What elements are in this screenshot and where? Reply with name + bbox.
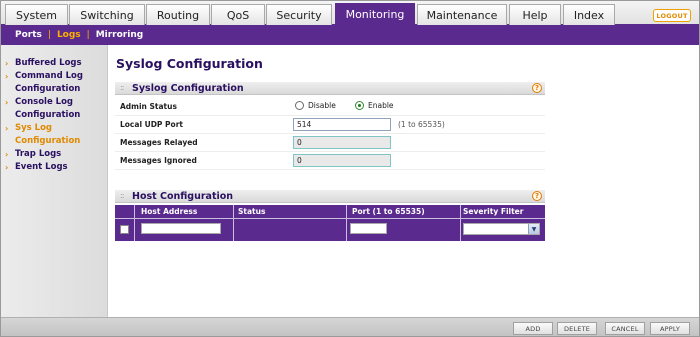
host-table: Host Address Status Port (1 to 65535) Se…	[115, 205, 545, 241]
sidebar-item-label: Configuration	[15, 84, 81, 94]
apply-button[interactable]: APPLY	[650, 322, 690, 335]
tab-maintenance[interactable]: Maintenance	[417, 4, 507, 25]
range-hint: (1 to 65535)	[398, 120, 445, 129]
host-panel-header: :: Host Configuration ?	[115, 190, 545, 203]
radio-selected-icon	[355, 101, 364, 110]
drag-grip-icon: ::	[120, 83, 125, 92]
local-udp-port-input[interactable]: 514	[293, 118, 391, 131]
tab-security[interactable]: Security	[266, 4, 332, 25]
table-divider	[115, 218, 545, 219]
messages-ignored-row: Messages Ignored 0	[115, 152, 545, 170]
messages-ignored-value: 0	[293, 154, 391, 167]
row-select-checkbox[interactable]	[120, 225, 129, 234]
sidebar-item-label: Configuration	[15, 110, 81, 120]
top-nav-bar: System Switching Routing QoS Security Mo…	[1, 1, 699, 25]
radio-label: Disable	[308, 101, 336, 110]
sidebar-item-label: Event Logs	[15, 162, 68, 172]
sub-nav-bar: Ports | Logs | Mirroring	[1, 25, 699, 45]
sidebar-item-label: Console Log	[15, 97, 74, 107]
chevron-right-icon: ›	[5, 72, 9, 81]
tab-monitoring[interactable]: Monitoring	[335, 3, 415, 25]
sidebar-item-label: Buffered Logs	[15, 58, 82, 68]
add-button[interactable]: ADD	[513, 322, 553, 335]
tab-index[interactable]: Index	[563, 4, 615, 25]
sidebar-item-sys-log[interactable]: › Sys Log Configuration	[1, 122, 107, 148]
chevron-right-icon: ›	[5, 124, 9, 133]
sidebar-item-console-log[interactable]: › Console Log Configuration	[1, 96, 107, 122]
tab-qos[interactable]: QoS	[211, 4, 265, 25]
chevron-down-icon: ▼	[528, 224, 539, 234]
messages-relayed-value: 0	[293, 136, 391, 149]
radio-label: Enable	[368, 101, 394, 110]
port-input[interactable]	[350, 223, 387, 234]
sidebar-item-command-log[interactable]: › Command Log Configuration	[1, 70, 107, 96]
tab-switching[interactable]: Switching	[69, 4, 145, 25]
column-header-status: Status	[238, 207, 266, 216]
help-icon[interactable]: ?	[532, 191, 542, 201]
sidebar-item-trap-logs[interactable]: › Trap Logs	[1, 148, 107, 161]
chevron-right-icon: ›	[5, 150, 9, 159]
tab-system[interactable]: System	[5, 4, 68, 25]
help-icon[interactable]: ?	[532, 83, 542, 93]
field-label: Messages Relayed	[120, 138, 198, 147]
subnav-ports[interactable]: Ports	[15, 30, 42, 40]
radio-disable[interactable]: Disable	[295, 101, 336, 110]
column-divider	[460, 205, 461, 241]
chevron-right-icon: ›	[5, 59, 9, 68]
tab-help[interactable]: Help	[509, 4, 561, 25]
field-label: Messages Ignored	[120, 156, 197, 165]
sidebar-item-buffered-logs[interactable]: › Buffered Logs	[1, 57, 107, 70]
tab-routing[interactable]: Routing	[146, 4, 210, 25]
local-udp-port-row: Local UDP Port 514 (1 to 65535)	[115, 116, 545, 134]
messages-relayed-row: Messages Relayed 0	[115, 134, 545, 152]
app-frame: System Switching Routing QoS Security Mo…	[0, 0, 700, 337]
radio-enable[interactable]: Enable	[355, 101, 394, 110]
delete-button[interactable]: DELETE	[557, 322, 597, 335]
sidebar-item-event-logs[interactable]: › Event Logs	[1, 161, 107, 174]
field-label: Local UDP Port	[120, 120, 183, 129]
subnav-mirroring[interactable]: Mirroring	[96, 30, 143, 40]
column-header-host-address: Host Address	[141, 207, 198, 216]
admin-status-row: Admin Status Disable Enable	[115, 98, 545, 116]
logout-button[interactable]: LOGOUT	[653, 9, 691, 22]
host-address-input[interactable]	[141, 223, 221, 234]
panel-title: Syslog Configuration	[132, 83, 244, 94]
column-header-severity-filter: Severity Filter	[463, 207, 524, 216]
cancel-button[interactable]: CANCEL	[605, 322, 645, 335]
chevron-right-icon: ›	[5, 98, 9, 107]
subnav-logs[interactable]: Logs	[57, 30, 81, 40]
column-divider	[346, 205, 347, 241]
sidebar-item-label: Trap Logs	[15, 149, 62, 159]
radio-circle-icon	[295, 101, 304, 110]
subnav-separator: |	[86, 30, 90, 40]
drag-grip-icon: ::	[120, 191, 125, 200]
sidebar-item-label: Sys Log	[15, 123, 53, 133]
panel-title: Host Configuration	[132, 191, 234, 202]
field-label: Admin Status	[120, 102, 177, 111]
sidebar-item-label: Configuration	[15, 136, 81, 146]
chevron-right-icon: ›	[5, 163, 9, 172]
column-divider	[233, 205, 234, 241]
syslog-panel-header: :: Syslog Configuration ?	[115, 82, 545, 95]
sidebar-item-label: Command Log	[15, 71, 83, 81]
column-divider	[134, 205, 135, 241]
footer-bar: ADD DELETE CANCEL APPLY	[1, 317, 699, 336]
sidebar: › Buffered Logs › Command Log Configurat…	[1, 45, 108, 317]
page-title: Syslog Configuration	[116, 56, 263, 71]
severity-filter-select[interactable]: ▼	[463, 223, 540, 235]
column-header-port: Port (1 to 65535)	[352, 207, 425, 216]
subnav-separator: |	[47, 30, 51, 40]
